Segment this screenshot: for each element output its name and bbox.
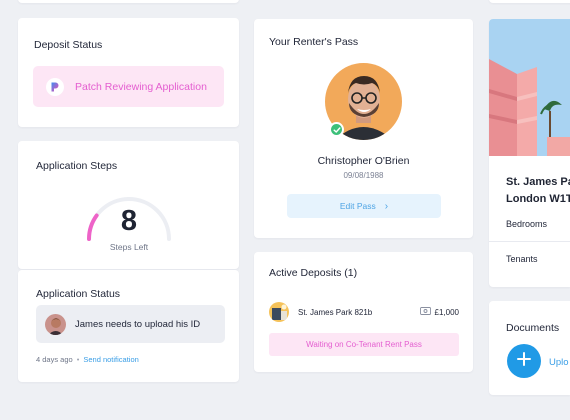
- status-message-box[interactable]: James needs to upload his ID: [36, 305, 225, 343]
- deposit-property-name: St. James Park 821b: [298, 307, 373, 317]
- deposit-row[interactable]: St. James Park 821b £1,000: [269, 302, 459, 322]
- deposit-amount-value: £1,000: [434, 307, 459, 317]
- renter-name: Christopher O'Brien: [317, 155, 410, 167]
- property-thumbnail: [269, 302, 289, 322]
- status-time-ago: 4 days ago: [36, 355, 73, 364]
- application-steps-title: Application Steps: [36, 160, 118, 172]
- deposit-status-text: Patch Reviewing Application: [75, 80, 207, 93]
- money-icon: [419, 307, 431, 317]
- property-card: St. James Pa London W1T Bedrooms Tenants: [489, 19, 570, 287]
- deposit-status-pill[interactable]: Patch Reviewing Application: [33, 66, 224, 107]
- verified-check-icon: [329, 122, 344, 137]
- renter-dob: 09/08/1988: [343, 171, 384, 180]
- edit-pass-button[interactable]: Edit Pass ›: [287, 194, 441, 218]
- property-title: St. James Pa London W1T: [506, 174, 570, 208]
- top-card-right: [489, 0, 570, 3]
- property-tenants-label: Tenants: [506, 254, 538, 264]
- steps-left-number: 8: [120, 205, 138, 237]
- top-card-left: [18, 0, 239, 3]
- application-status-card: Application Status James needs to upload…: [18, 270, 239, 382]
- deposit-amount: £1,000: [419, 307, 459, 317]
- active-deposits-title: Active Deposits (1): [269, 267, 358, 279]
- property-title-line1: St. James Pa: [506, 176, 570, 188]
- edit-pass-label: Edit Pass: [339, 201, 376, 211]
- renters-pass-title: Your Renter's Pass: [269, 36, 359, 48]
- property-title-line2: London W1T: [506, 193, 570, 205]
- property-divider: [489, 241, 570, 242]
- documents-card: Documents Uplo: [489, 301, 570, 395]
- status-meta: 4 days ago • Send notification: [36, 355, 139, 364]
- status-message: James needs to upload his ID: [75, 318, 201, 330]
- upload-label[interactable]: Uplo: [549, 357, 569, 368]
- active-deposits-card: Active Deposits (1) St. James Park 821b …: [254, 252, 473, 372]
- plus-icon: [517, 351, 531, 371]
- james-avatar: [45, 313, 66, 335]
- p-logo-icon: [46, 77, 64, 96]
- property-bedrooms-label: Bedrooms: [506, 219, 548, 229]
- application-steps-card: Application Steps 8 Steps Left: [18, 141, 239, 269]
- chevron-right-icon: ›: [384, 200, 389, 212]
- deposit-status-badge: Waiting on Co-Tenant Rent Pass: [269, 333, 459, 356]
- upload-button[interactable]: [507, 344, 541, 378]
- meta-separator: •: [76, 355, 80, 364]
- documents-title: Documents: [506, 322, 560, 334]
- deposit-status-card: Deposit Status Patch Reviewing Applicati…: [18, 18, 239, 127]
- application-status-title: Application Status: [36, 288, 121, 300]
- property-image: [489, 19, 570, 156]
- steps-left-label: Steps Left: [109, 242, 149, 252]
- renters-pass-card: Your Renter's Pass Christopher O'Brien 0…: [254, 19, 473, 238]
- send-notification-link[interactable]: Send notification: [83, 355, 138, 364]
- deposit-status-title: Deposit Status: [34, 39, 103, 51]
